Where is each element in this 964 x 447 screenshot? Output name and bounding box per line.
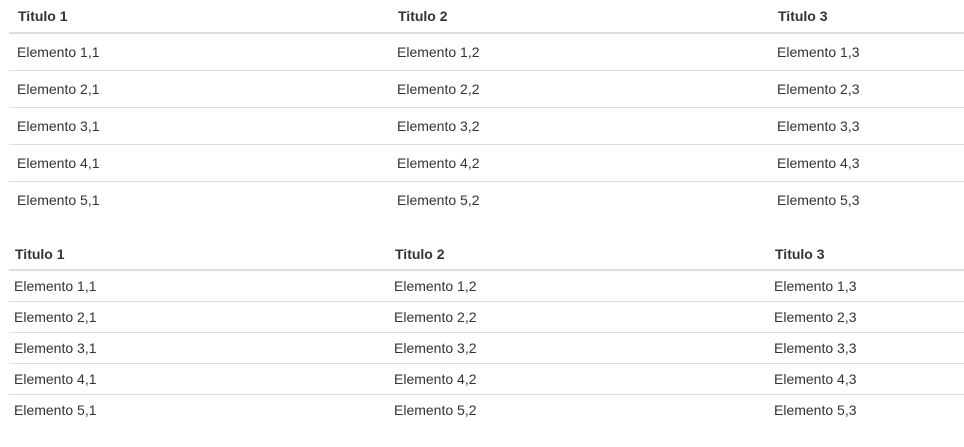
table-cell: Elemento 3,1	[9, 331, 389, 363]
table-row: Elemento 2,1 Elemento 2,2 Elemento 2,3	[9, 69, 964, 107]
table-row: Elemento 4,1 Elemento 4,2 Elemento 4,3	[9, 143, 964, 181]
table-cell: Elemento 4,3	[769, 362, 964, 394]
column-header: Titulo 2	[389, 0, 769, 34]
table-cell: Elemento 1,3	[777, 43, 860, 60]
table-cell: Elemento 5,3	[769, 180, 964, 218]
table-cell: Elemento 5,1	[9, 180, 389, 218]
table-row: Elemento 5,1 Elemento 5,2 Elemento 5,3	[9, 393, 964, 425]
table-row: Elemento 4,1 Elemento 4,2 Elemento 4,3	[9, 362, 964, 394]
table-cell: Elemento 4,3	[769, 143, 964, 181]
table-row: Elemento 3,1 Elemento 3,2 Elemento 3,3	[9, 331, 964, 363]
column-header: Titulo 1	[9, 0, 389, 34]
table-cell: Elemento 4,2	[389, 143, 769, 181]
table-cell: Elemento 4,2	[389, 362, 769, 394]
header-row: Titulo 1 Titulo 2 Titulo 3	[9, 239, 964, 271]
table-row: Elemento 3,1 Elemento 3,2 Elemento 3,3	[9, 106, 964, 144]
table-row: Elemento 1,1 Elemento 1,2 Elemento 1,3	[9, 33, 964, 70]
table-cell: Elemento 4,1	[9, 362, 389, 394]
table-cell: Elemento 1,3	[774, 277, 857, 294]
table-cell: Elemento 3,2	[389, 106, 769, 144]
column-header: Titulo 1	[9, 239, 389, 271]
table-header: Titulo 1 Titulo 2 Titulo 3	[9, 0, 964, 34]
table-header: Titulo 1 Titulo 2 Titulo 3	[9, 239, 964, 271]
table-cell: Elemento 5,3	[769, 393, 964, 425]
table-cell: Elemento 5,2	[389, 180, 769, 218]
table-cell: Elemento 2,2	[389, 69, 769, 107]
table-cell: Elemento 3,3	[769, 331, 964, 363]
column-header: Titulo 3	[769, 0, 964, 34]
table-cell: Elemento 2,1	[9, 69, 389, 107]
table-cell: Elemento 1,2	[397, 43, 480, 60]
table-cell: Elemento 1,2	[394, 277, 477, 294]
column-header: Titulo 3	[769, 239, 964, 271]
table-body: Elemento 1,1 Elemento 1,2 Elemento 1,3 E…	[9, 270, 964, 425]
table-cell: Elemento 2,1	[9, 300, 389, 332]
table-body: Elemento 1,1 Elemento 1,2 Elemento 1,3 E…	[9, 33, 964, 218]
table-cell: Elemento 5,1	[9, 393, 389, 425]
table-row: Elemento 2,1 Elemento 2,2 Elemento 2,3	[9, 300, 964, 332]
table-cell: Elemento 3,3	[769, 106, 964, 144]
table-cell: Elemento 3,2	[389, 331, 769, 363]
header-row: Titulo 1 Titulo 2 Titulo 3	[9, 0, 964, 34]
table-row: Elemento 1,1 Elemento 1,2 Elemento 1,3	[9, 270, 964, 301]
table-cell: Elemento 1,1	[17, 43, 100, 60]
table-condensed: Titulo 1 Titulo 2 Titulo 3 Elemento 1,1 …	[9, 239, 964, 425]
table-cell: Elemento 1,1	[14, 277, 97, 294]
table-cell: Elemento 2,2	[389, 300, 769, 332]
table-cell: Elemento 4,1	[9, 143, 389, 181]
table-row: Elemento 5,1 Elemento 5,2 Elemento 5,3	[9, 180, 964, 218]
table-cell: Elemento 2,3	[769, 300, 964, 332]
table-normal: Titulo 1 Titulo 2 Titulo 3 Elemento 1,1 …	[9, 0, 964, 218]
table-cell: Elemento 3,1	[9, 106, 389, 144]
table-cell: Elemento 2,3	[769, 69, 964, 107]
table-cell: Elemento 5,2	[389, 393, 769, 425]
column-header: Titulo 2	[389, 239, 769, 271]
